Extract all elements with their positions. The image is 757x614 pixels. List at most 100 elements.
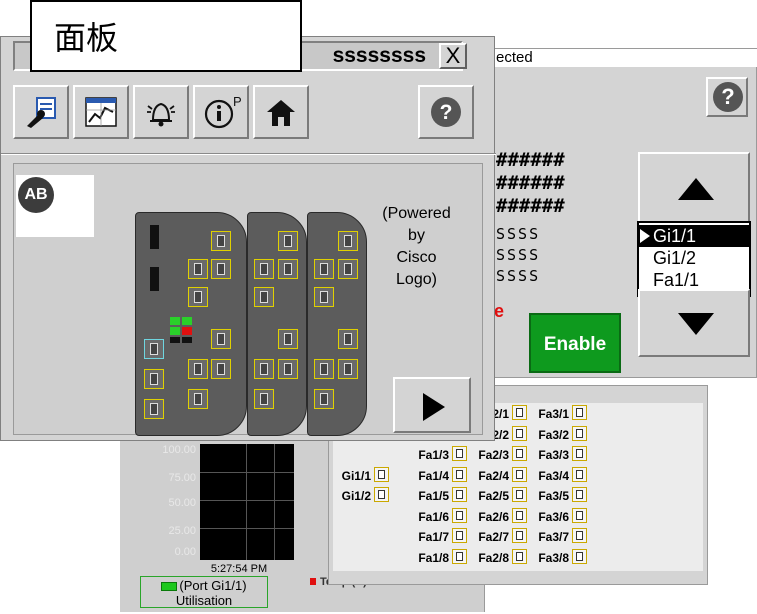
- port-cell[interactable]: Fa2/5: [469, 487, 527, 505]
- port-cell[interactable]: Fa3/4: [529, 466, 587, 485]
- port-cell[interactable]: Fa2/7: [469, 528, 527, 546]
- port-cell[interactable]: Fa3/2: [529, 425, 587, 444]
- port-cell[interactable]: Fa1/8: [409, 548, 467, 567]
- port-label: Fa1/7: [418, 530, 449, 544]
- close-button[interactable]: X: [439, 43, 467, 69]
- port-block: [338, 359, 358, 379]
- port-cell[interactable]: Fa3/5: [529, 487, 587, 505]
- enable-button[interactable]: Enable: [529, 313, 621, 373]
- scroll-down-button[interactable]: [638, 289, 750, 357]
- port-cell[interactable]: Fa2/3: [469, 446, 527, 464]
- port-indicator-icon: [374, 487, 389, 502]
- port-label: Fa3/2: [538, 427, 569, 442]
- toolbar-trend-button[interactable]: [73, 85, 129, 139]
- toolbar-help-button[interactable]: ?: [418, 85, 474, 139]
- port-cell[interactable]: Fa1/5: [409, 487, 467, 505]
- up-arrow-icon: [678, 178, 714, 200]
- port-select-list[interactable]: Gi1/1 Gi1/2 Fa1/1: [637, 221, 751, 297]
- port-list-item[interactable]: Fa1/1: [639, 269, 749, 291]
- port-indicator-icon: [452, 466, 467, 482]
- faceplate-window: ssssssss X P ? AB (Powered by Cisco Logo…: [0, 36, 496, 441]
- port-block: [211, 329, 231, 349]
- port-block: [338, 259, 358, 279]
- toolbar-settings-button[interactable]: [13, 85, 69, 139]
- port-block: [211, 359, 231, 379]
- port-indicator-icon: [512, 405, 527, 420]
- port-list-item[interactable]: Gi1/2: [639, 247, 749, 269]
- port-label: Fa2/7: [478, 530, 509, 544]
- port-row: Fa1/3 Fa2/3 Fa3/3: [333, 446, 703, 464]
- port-cell[interactable]: Fa1/6: [409, 507, 467, 526]
- scroll-up-button[interactable]: [638, 152, 750, 224]
- port-indicator-icon: [452, 487, 467, 502]
- port-cell[interactable]: Fa1/7: [409, 528, 467, 546]
- port-indicator-icon: [572, 548, 587, 564]
- port-indicator-icon: [572, 446, 587, 461]
- port-list-item[interactable]: Gi1/1: [639, 225, 749, 247]
- port-cell[interactable]: Fa1/3: [409, 446, 467, 464]
- port-block: [278, 231, 298, 251]
- port-indicator-icon: [572, 528, 587, 543]
- port-block-selected: [144, 339, 164, 359]
- port-block: [144, 399, 164, 419]
- port-cell[interactable]: Fa2/6: [469, 507, 527, 526]
- chart-time-label: 5:27:54 PM: [210, 563, 268, 575]
- help-icon: ?: [431, 97, 461, 127]
- toolbar-home-button[interactable]: [253, 85, 309, 139]
- powered-by-cisco-text: (Powered by Cisco Logo): [382, 205, 451, 288]
- port-cell[interactable]: Gi1/1: [333, 466, 389, 485]
- port-label: Fa2/5: [478, 489, 509, 503]
- port-cell[interactable]: Gi1/2: [333, 487, 389, 505]
- port-label: Fa3/4: [538, 468, 569, 483]
- port-cell[interactable]: Fa3/3: [529, 446, 587, 464]
- help-button[interactable]: ?: [706, 77, 748, 117]
- port-cell[interactable]: Fa2/4: [469, 466, 527, 485]
- play-arrow-icon: [423, 393, 445, 421]
- port-row: Gi1/1 Fa1/4 Fa2/4 Fa3/4: [333, 466, 703, 485]
- port-block: [188, 389, 208, 409]
- port-cell[interactable]: Fa1/4: [409, 466, 467, 485]
- port-indicator-icon: [374, 466, 389, 482]
- port-cell[interactable]: Fa3/1: [529, 405, 587, 423]
- port-block: [314, 259, 334, 279]
- port-indicator-icon: [572, 487, 587, 502]
- port-label: Fa2/4: [478, 468, 509, 483]
- utilisation-legend: (Port Gi1/1) Utilisation: [140, 576, 268, 608]
- toolbar: P ?: [13, 83, 479, 141]
- port-indicator-icon: [572, 507, 587, 523]
- port-label: Fa3/7: [538, 530, 569, 544]
- port-block: [211, 231, 231, 251]
- switch-base-module: [135, 212, 247, 436]
- port-indicator-icon: [512, 446, 527, 461]
- port-cell[interactable]: Fa3/7: [529, 528, 587, 546]
- alarm-bell-icon: [147, 102, 175, 127]
- port-block: [254, 259, 274, 279]
- port-block: [278, 359, 298, 379]
- port-block: [254, 389, 274, 409]
- port-block: [278, 259, 298, 279]
- port-block: [314, 359, 334, 379]
- next-page-button[interactable]: [393, 377, 471, 433]
- port-block: [338, 231, 358, 251]
- help-icon: ?: [713, 82, 743, 112]
- port-block: [314, 389, 334, 409]
- port-cell[interactable]: Fa2/8: [469, 548, 527, 567]
- toolbar-info-button[interactable]: P: [193, 85, 249, 139]
- port-cell[interactable]: Fa3/6: [529, 507, 587, 526]
- port-row: Fa1/7 Fa2/7 Fa3/7: [333, 528, 703, 546]
- toolbar-separator: [1, 153, 496, 155]
- y-tick-label: 50.00: [168, 497, 196, 509]
- port-label: Fa3/3: [538, 448, 569, 462]
- port-indicator-icon: [512, 507, 527, 523]
- port-label: Fa1/5: [418, 489, 449, 503]
- toolbar-alarm-button[interactable]: [133, 85, 189, 139]
- port-indicator-icon: [452, 446, 467, 461]
- panel-label: 面板: [30, 0, 302, 72]
- down-arrow-icon: [678, 313, 714, 335]
- port-cell[interactable]: Fa3/8: [529, 548, 587, 567]
- svg-text:P: P: [233, 94, 242, 109]
- port-indicator-icon: [452, 507, 467, 523]
- y-tick-label: 75.00: [168, 472, 196, 484]
- allen-bradley-logo: AB: [16, 175, 94, 237]
- info-p-icon: P: [204, 94, 242, 129]
